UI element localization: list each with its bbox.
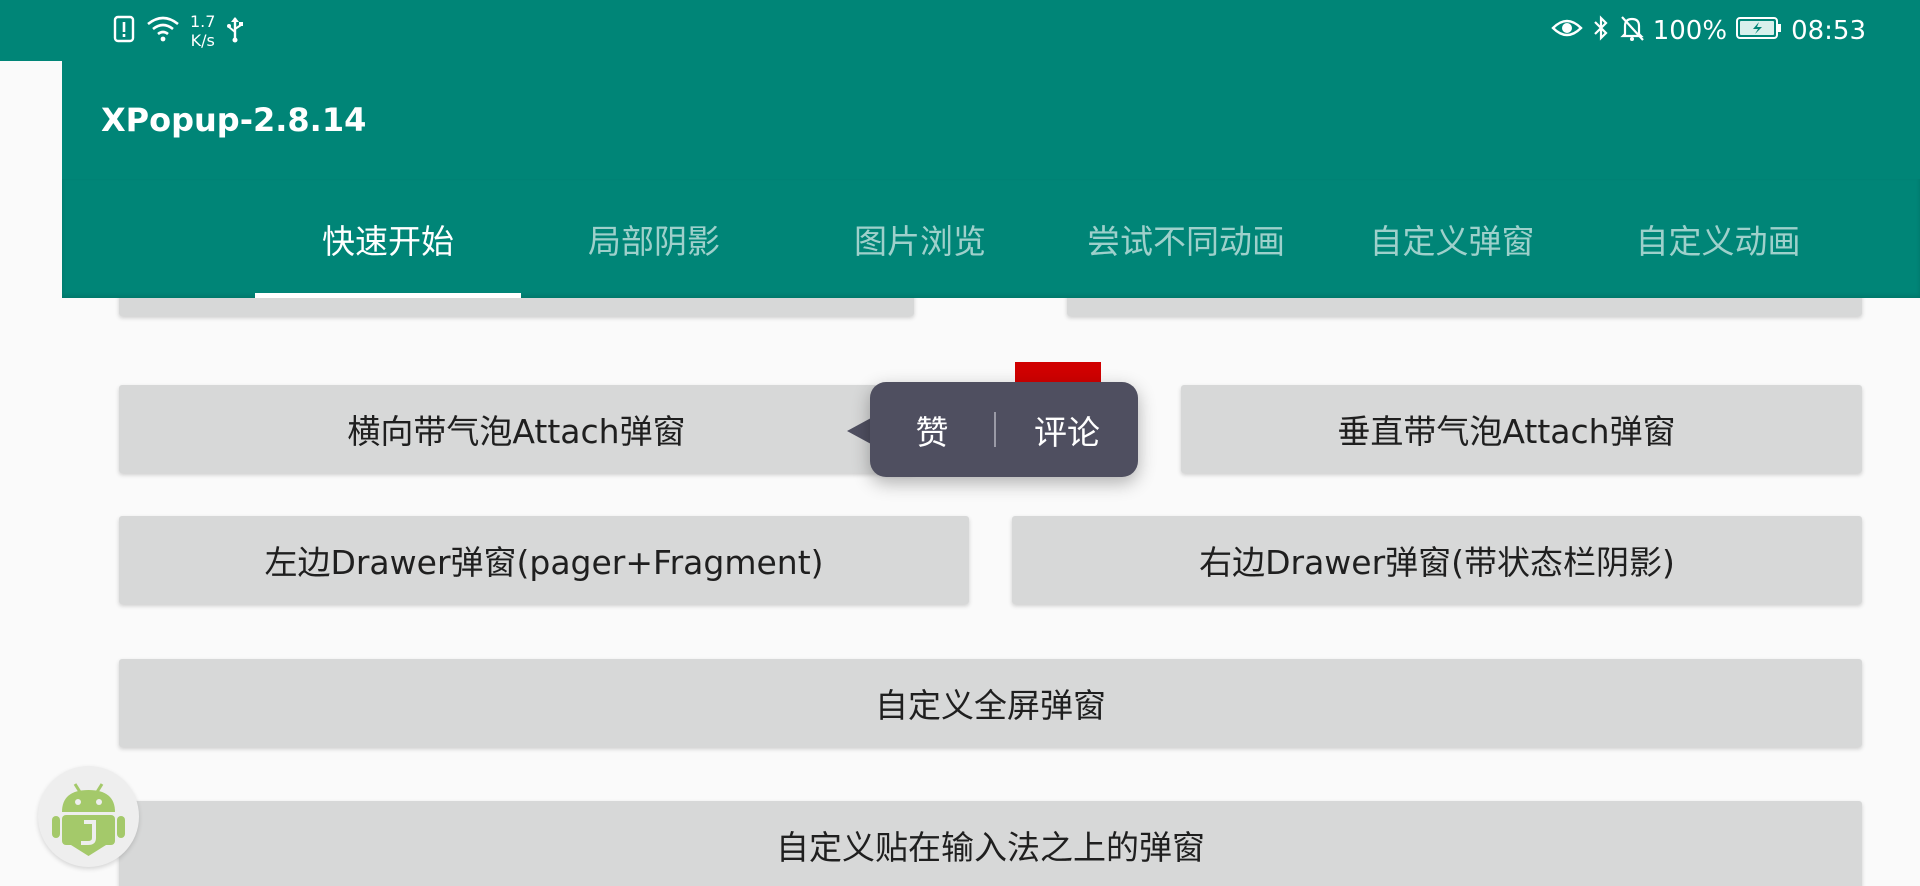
drawer-right-button[interactable]: 右边Drawer弹窗(带状态栏阴影) xyxy=(1012,516,1862,604)
attach-bubble-popup: 赞 评论 xyxy=(870,382,1138,477)
tab-image-viewer[interactable]: 图片浏览 xyxy=(787,179,1053,298)
app-title: XPopup-2.8.14 xyxy=(101,101,367,139)
status-left: 1.7 K/s xyxy=(112,10,245,52)
usb-icon xyxy=(225,15,245,47)
mute-bell-icon xyxy=(1619,14,1645,49)
tab-bar: 快速开始 局部阴影 图片浏览 尝试不同动画 自定义弹窗 自定义动画 xyxy=(62,179,1920,298)
clock: 08:53 xyxy=(1791,16,1866,46)
fullscreen-popup-button[interactable]: 自定义全屏弹窗 xyxy=(119,659,1862,747)
drawer-left-button[interactable]: 左边Drawer弹窗(pager+Fragment) xyxy=(119,516,969,604)
tab-custom-animation[interactable]: 自定义动画 xyxy=(1585,179,1851,298)
battery-percent: 100% xyxy=(1652,16,1728,46)
wifi-icon xyxy=(146,15,180,47)
speed-value: 1.7 xyxy=(190,12,216,31)
android-icon xyxy=(38,783,139,871)
app-bar: XPopup-2.8.14 xyxy=(62,61,1920,179)
tab-quick-start[interactable]: 快速开始 xyxy=(255,179,521,298)
status-right: 100% 08:53 xyxy=(1551,10,1866,52)
status-bar: 1.7 K/s 100% 08:53 xyxy=(0,0,1920,61)
battery-icon xyxy=(1735,15,1783,48)
tab-partial-shadow[interactable]: 局部阴影 xyxy=(521,179,787,298)
partial-button-left[interactable] xyxy=(119,298,914,316)
attach-horizontal-button[interactable]: 横向带气泡Attach弹窗 xyxy=(119,385,914,473)
tab-animations[interactable]: 尝试不同动画 xyxy=(1053,179,1319,298)
tab-custom-popup[interactable]: 自定义弹窗 xyxy=(1319,179,1585,298)
popup-arrow xyxy=(847,418,871,444)
attach-vertical-button[interactable]: 垂直带气泡Attach弹窗 xyxy=(1181,385,1862,473)
partial-button-right[interactable] xyxy=(1067,298,1862,316)
input-method-popup-button[interactable]: 自定义贴在输入法之上的弹窗 xyxy=(119,801,1862,886)
left-edge-strip xyxy=(0,61,62,886)
comment-button[interactable]: 评论 xyxy=(996,382,1138,477)
eye-icon xyxy=(1551,16,1583,47)
floating-android-button[interactable] xyxy=(38,766,139,867)
like-button[interactable]: 赞 xyxy=(870,382,994,477)
sim-alert-icon xyxy=(112,15,136,47)
speed-unit: K/s xyxy=(190,31,215,50)
network-speed: 1.7 K/s xyxy=(190,12,215,50)
attach-vertical-label: 垂直带气泡Attach弹窗 xyxy=(1337,412,1676,451)
bluetooth-icon xyxy=(1591,14,1611,49)
